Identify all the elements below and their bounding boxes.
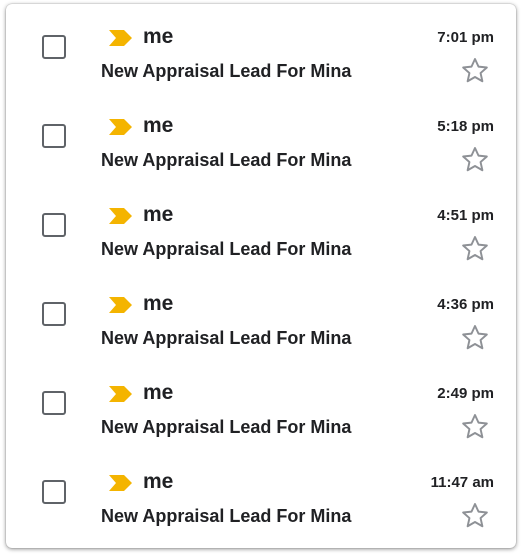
checkbox-icon[interactable] xyxy=(42,35,66,59)
checkbox-icon[interactable] xyxy=(42,213,66,237)
message-time: 11:47 am xyxy=(430,474,494,491)
checkbox-icon[interactable] xyxy=(42,391,66,415)
email-row[interactable]: me 5:18 pm New Appraisal Lead For Mina xyxy=(6,93,516,182)
email-row[interactable]: me 11:47 am New Appraisal Lead For Mina xyxy=(6,449,516,538)
checkbox-icon[interactable] xyxy=(42,124,66,148)
message-subject: New Appraisal Lead For Mina xyxy=(101,417,352,437)
importance-marker-icon xyxy=(109,386,132,402)
message-time: 4:51 pm xyxy=(437,207,494,224)
importance-marker-icon xyxy=(109,208,132,224)
star-icon[interactable] xyxy=(460,323,490,352)
message-subject: New Appraisal Lead For Mina xyxy=(101,239,352,259)
sender-name: me xyxy=(143,470,174,493)
email-row[interactable]: me 2:49 pm New Appraisal Lead For Mina xyxy=(6,360,516,449)
importance-marker-icon xyxy=(109,30,132,46)
message-time: 5:18 pm xyxy=(437,118,494,135)
email-list: me 7:01 pm New Appraisal Lead For Mina m… xyxy=(6,4,516,548)
sender-name: me xyxy=(143,292,174,315)
sender-name: me xyxy=(143,114,174,137)
email-list-card: me 7:01 pm New Appraisal Lead For Mina m… xyxy=(6,4,516,548)
star-icon[interactable] xyxy=(460,145,490,174)
message-subject: New Appraisal Lead For Mina xyxy=(101,506,352,526)
star-icon[interactable] xyxy=(460,412,490,441)
email-row[interactable]: me 7:01 pm New Appraisal Lead For Mina xyxy=(6,4,516,93)
sender-name: me xyxy=(143,381,174,404)
sender-name: me xyxy=(143,203,174,226)
email-row[interactable]: me 4:51 pm New Appraisal Lead For Mina xyxy=(6,182,516,271)
message-subject: New Appraisal Lead For Mina xyxy=(101,328,352,348)
message-time: 4:36 pm xyxy=(437,296,494,313)
star-icon[interactable] xyxy=(460,501,490,530)
star-icon[interactable] xyxy=(460,234,490,263)
importance-marker-icon xyxy=(109,475,132,491)
sender-name: me xyxy=(143,25,174,48)
message-time: 7:01 pm xyxy=(437,29,494,46)
importance-marker-icon xyxy=(109,119,132,135)
importance-marker-icon xyxy=(109,297,132,313)
email-row[interactable]: me 4:36 pm New Appraisal Lead For Mina xyxy=(6,271,516,360)
message-subject: New Appraisal Lead For Mina xyxy=(101,61,352,81)
checkbox-icon[interactable] xyxy=(42,302,66,326)
message-time: 2:49 pm xyxy=(437,385,494,402)
star-icon[interactable] xyxy=(460,56,490,85)
message-subject: New Appraisal Lead For Mina xyxy=(101,150,352,170)
checkbox-icon[interactable] xyxy=(42,480,66,504)
